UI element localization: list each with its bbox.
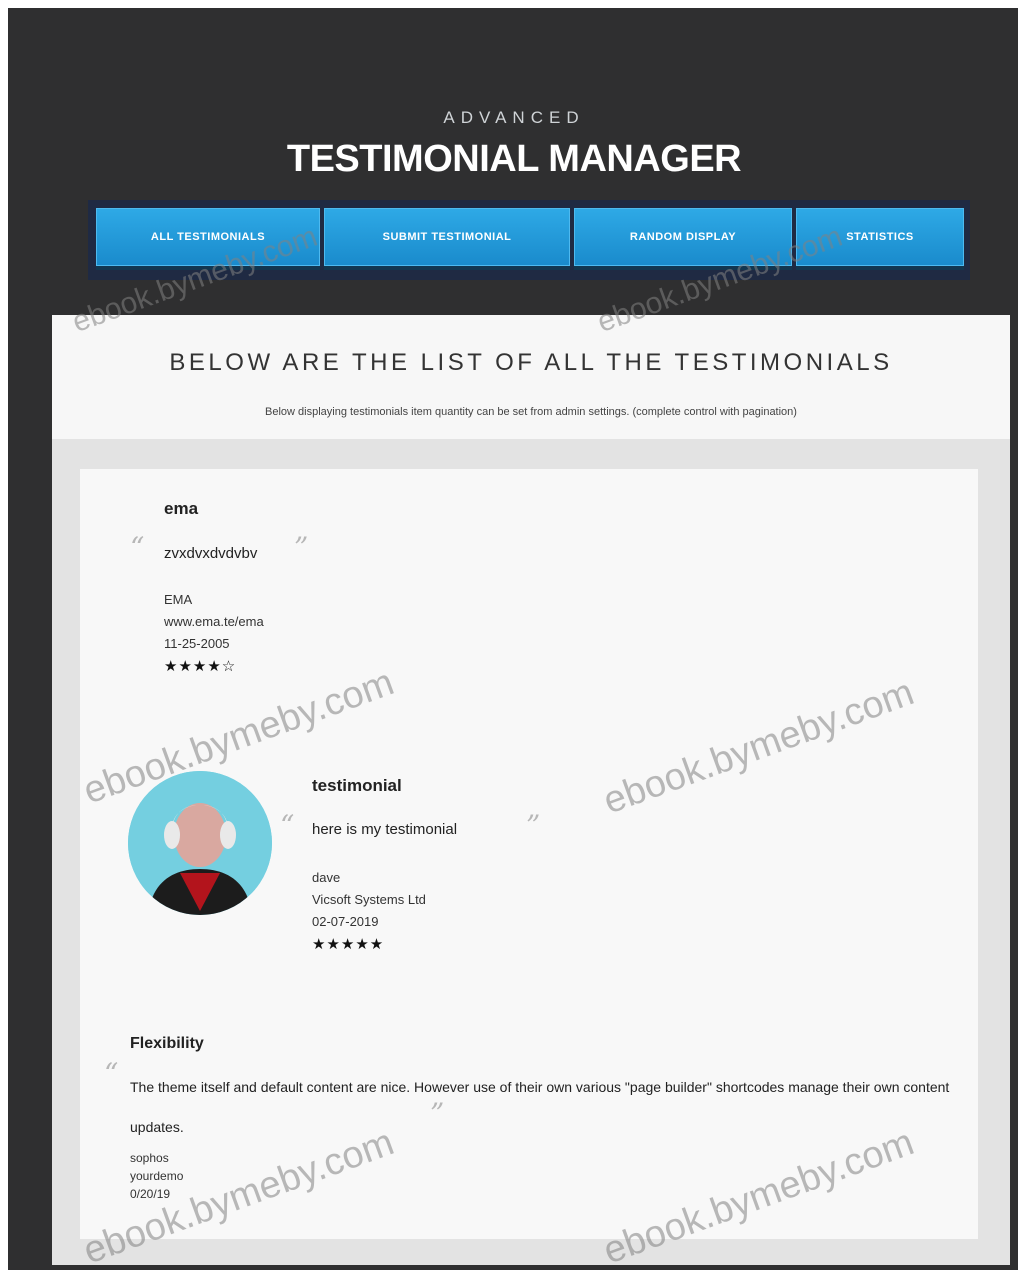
testimonial-title: ema	[164, 499, 199, 518]
brand-subtitle: ADVANCED	[443, 108, 585, 127]
testimonial-date: 11-25-2005	[164, 636, 230, 651]
panel-title: BELOW ARE THE LIST OF ALL THE TESTIMONIA…	[169, 349, 893, 376]
testimonial-author: EMA	[164, 592, 193, 607]
main-nav: All Testimonials Submit Testimonial Rand…	[88, 200, 970, 280]
testimonial-text: zvxdvxdvdvbv	[164, 545, 258, 562]
open-quote-icon: “	[104, 1057, 119, 1090]
brand-title: TESTIMONIAL MANAGER	[286, 138, 742, 180]
testimonial-text: The theme itself and default content are…	[130, 1079, 950, 1135]
testimonial-date: 02-07-2019	[312, 914, 379, 929]
testimonial-company: www.ema.te/ema	[164, 614, 264, 629]
testimonial-author: sophos	[130, 1151, 169, 1165]
panel-header: BELOW ARE THE LIST OF ALL THE TESTIMONIA…	[52, 315, 1010, 439]
open-quote-icon: “	[130, 531, 145, 564]
testimonials-panel: BELOW ARE THE LIST OF ALL THE TESTIMONIA…	[52, 315, 1010, 1265]
testimonial-list: ema “ zvxdvxdvdvbv ” EMA www.ema.te/ema …	[80, 469, 978, 1239]
avatar	[128, 771, 272, 915]
app-frame: ADVANCED TESTIMONIAL MANAGER All Testimo…	[8, 8, 1018, 1272]
star-rating: ★★★★☆	[164, 658, 237, 675]
testimonial-meta: EMA www.ema.te/ema 11-25-2005	[164, 589, 264, 655]
panel-note: Below displaying testimonials item quant…	[265, 406, 797, 418]
testimonial-company: yourdemo	[130, 1169, 184, 1183]
nav-random-display-button[interactable]: Random Display	[574, 208, 792, 266]
testimonial-date: 0/20/19	[130, 1187, 171, 1201]
open-quote-icon: “	[280, 809, 295, 842]
close-quote-icon: ”	[294, 531, 309, 564]
close-quote-icon: ”	[430, 1097, 445, 1130]
close-quote-icon: ”	[526, 809, 541, 842]
testimonial-title: Flexibility	[130, 1035, 204, 1052]
nav-statistics-button[interactable]: Statistics	[796, 208, 964, 266]
nav-all-testimonials-button[interactable]: All Testimonials	[96, 208, 320, 266]
testimonial-company: Vicsoft Systems Ltd	[312, 892, 426, 907]
testimonial-meta: dave Vicsoft Systems Ltd 02-07-2019	[312, 867, 426, 933]
testimonial-text: here is my testimonial	[312, 821, 458, 838]
star-rating: ★★★★★	[312, 936, 385, 953]
nav-submit-testimonial-button[interactable]: Submit Testimonial	[324, 208, 570, 266]
testimonial-meta: sophos yourdemo 0/20/19	[130, 1149, 183, 1203]
testimonial-title: testimonial	[312, 776, 402, 795]
testimonial-author: dave	[312, 870, 341, 885]
avatar-portrait-image	[128, 771, 272, 915]
